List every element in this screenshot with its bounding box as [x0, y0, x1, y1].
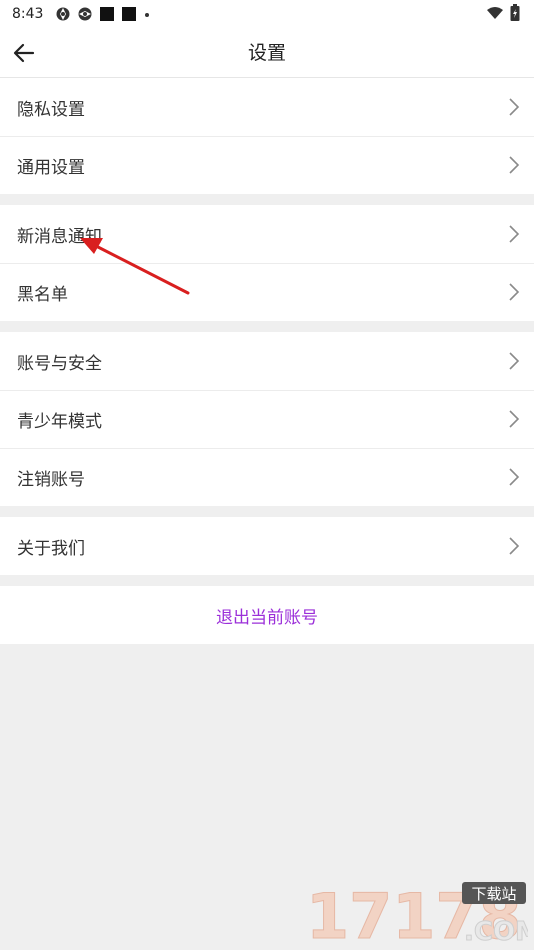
chevron-right-icon: [509, 468, 520, 486]
wifi-icon: [487, 7, 503, 19]
status-time: 8:43: [12, 6, 44, 22]
watermark-logo-icon: 17178 下载站 .COM: [306, 880, 529, 946]
notification-square-icon: [122, 7, 137, 21]
notification-app-icon: [56, 7, 70, 21]
item-label: 注销账号: [17, 469, 85, 490]
item-label: 黑名单: [17, 284, 68, 305]
chevron-right-icon: [509, 98, 520, 116]
chevron-right-icon: [509, 283, 520, 301]
item-label: 通用设置: [17, 157, 85, 178]
item-label: 账号与安全: [17, 353, 102, 374]
account-security-item[interactable]: 账号与安全: [0, 332, 534, 390]
settings-group-3: 账号与安全 青少年模式 注销账号: [0, 332, 534, 506]
svg-text:.COM: .COM: [464, 917, 528, 946]
general-settings-item[interactable]: 通用设置: [0, 136, 534, 194]
privacy-settings-item[interactable]: 隐私设置: [0, 78, 534, 136]
status-bar: 8:43: [0, 0, 534, 28]
teen-mode-item[interactable]: 青少年模式: [0, 390, 534, 448]
item-label: 青少年模式: [17, 411, 102, 432]
notification-square-icon: [100, 7, 115, 21]
about-us-item[interactable]: 关于我们: [0, 517, 534, 575]
chevron-right-icon: [509, 410, 520, 428]
blacklist-item[interactable]: 黑名单: [0, 263, 534, 321]
item-label: 关于我们: [17, 538, 85, 559]
chevron-right-icon: [509, 537, 520, 555]
logout-button[interactable]: 退出当前账号: [0, 586, 534, 644]
app-bar: 设置: [0, 28, 534, 78]
item-label: 新消息通知: [17, 226, 102, 247]
page-title: 设置: [247, 42, 286, 64]
more-notifications-dot-icon: [145, 13, 150, 17]
delete-account-item[interactable]: 注销账号: [0, 448, 534, 506]
chevron-right-icon: [509, 352, 520, 370]
settings-group-4: 关于我们: [0, 517, 534, 575]
svg-text:下载站: 下载站: [471, 885, 516, 903]
settings-group-2: 新消息通知 黑名单: [0, 205, 534, 321]
chevron-right-icon: [509, 156, 520, 174]
notification-app-icon: [78, 7, 92, 21]
battery-icon: [510, 4, 520, 21]
new-message-notification-item[interactable]: 新消息通知: [0, 205, 534, 263]
settings-group-1: 隐私设置 通用设置: [0, 78, 534, 194]
item-label: 隐私设置: [17, 99, 85, 120]
chevron-right-icon: [509, 225, 520, 243]
